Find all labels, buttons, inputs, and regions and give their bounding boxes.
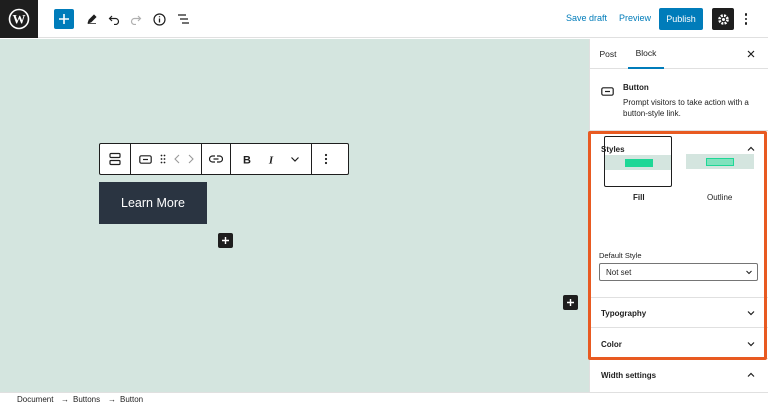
add-block-button[interactable] xyxy=(54,9,74,29)
redo-icon[interactable] xyxy=(128,8,144,30)
highlight-box xyxy=(588,131,767,360)
canvas-add-block-button[interactable] xyxy=(563,295,578,310)
save-draft-button[interactable]: Save draft xyxy=(566,13,607,23)
width-settings-panel-title[interactable]: Width settings xyxy=(601,371,656,380)
gear-icon[interactable] xyxy=(712,8,734,30)
tab-post[interactable]: Post xyxy=(590,39,626,69)
svg-text:B: B xyxy=(243,154,251,165)
breadcrumb-item-buttons[interactable]: Buttons xyxy=(73,395,100,404)
info-icon[interactable] xyxy=(151,8,167,30)
block-type-group xyxy=(131,144,202,174)
link-icon[interactable] xyxy=(208,151,224,167)
parent-block-group xyxy=(100,144,131,174)
block-card-description: Prompt visitors to take action with a bu… xyxy=(623,98,749,118)
bold-icon[interactable]: B xyxy=(239,151,255,167)
format-group: B I xyxy=(231,144,312,174)
tab-block[interactable]: Block xyxy=(628,39,664,69)
list-view-icon[interactable] xyxy=(175,8,191,30)
more-vertical-icon[interactable] xyxy=(742,10,750,28)
options-group xyxy=(312,144,340,174)
editor-canvas[interactable] xyxy=(0,39,589,392)
publish-button[interactable]: Publish xyxy=(659,8,703,30)
button-block-icon[interactable] xyxy=(137,151,153,167)
button-block-icon xyxy=(601,83,614,101)
link-group xyxy=(202,144,231,174)
close-icon[interactable] xyxy=(744,47,758,61)
drag-handle-icon[interactable] xyxy=(159,151,167,167)
block-card: Button Prompt visitors to take action wi… xyxy=(590,69,768,131)
inline-add-block-button[interactable] xyxy=(218,233,233,248)
breadcrumb: Document → Buttons → Button xyxy=(0,392,768,408)
breadcrumb-item-button[interactable]: Button xyxy=(120,395,143,404)
width-settings-panel[interactable]: Width settings xyxy=(590,359,768,392)
breadcrumb-separator: → xyxy=(108,395,116,404)
undo-icon[interactable] xyxy=(106,8,122,30)
chevron-down-icon[interactable] xyxy=(287,151,303,167)
chevron-up-icon[interactable] xyxy=(746,370,756,380)
svg-text:W: W xyxy=(13,12,26,27)
select-parent-block-icon[interactable] xyxy=(107,151,123,167)
preview-button[interactable]: Preview xyxy=(619,13,651,23)
wordpress-logo-icon[interactable]: W xyxy=(0,0,38,38)
svg-text:I: I xyxy=(268,154,274,165)
learn-more-button-block[interactable]: Learn More xyxy=(99,182,207,224)
block-card-title: Button xyxy=(623,83,649,92)
sidebar-tabs: Post Block xyxy=(590,39,768,69)
block-toolbar: B I xyxy=(99,143,349,175)
pencil-icon[interactable] xyxy=(84,8,100,30)
editor-top-bar: W Save draft Preview Publish xyxy=(0,0,768,38)
move-right-icon[interactable] xyxy=(187,151,195,167)
move-left-icon[interactable] xyxy=(173,151,181,167)
more-options-icon[interactable] xyxy=(318,151,334,167)
breadcrumb-separator: → xyxy=(61,395,69,404)
italic-icon[interactable]: I xyxy=(263,151,279,167)
breadcrumb-item-document[interactable]: Document xyxy=(17,395,53,404)
